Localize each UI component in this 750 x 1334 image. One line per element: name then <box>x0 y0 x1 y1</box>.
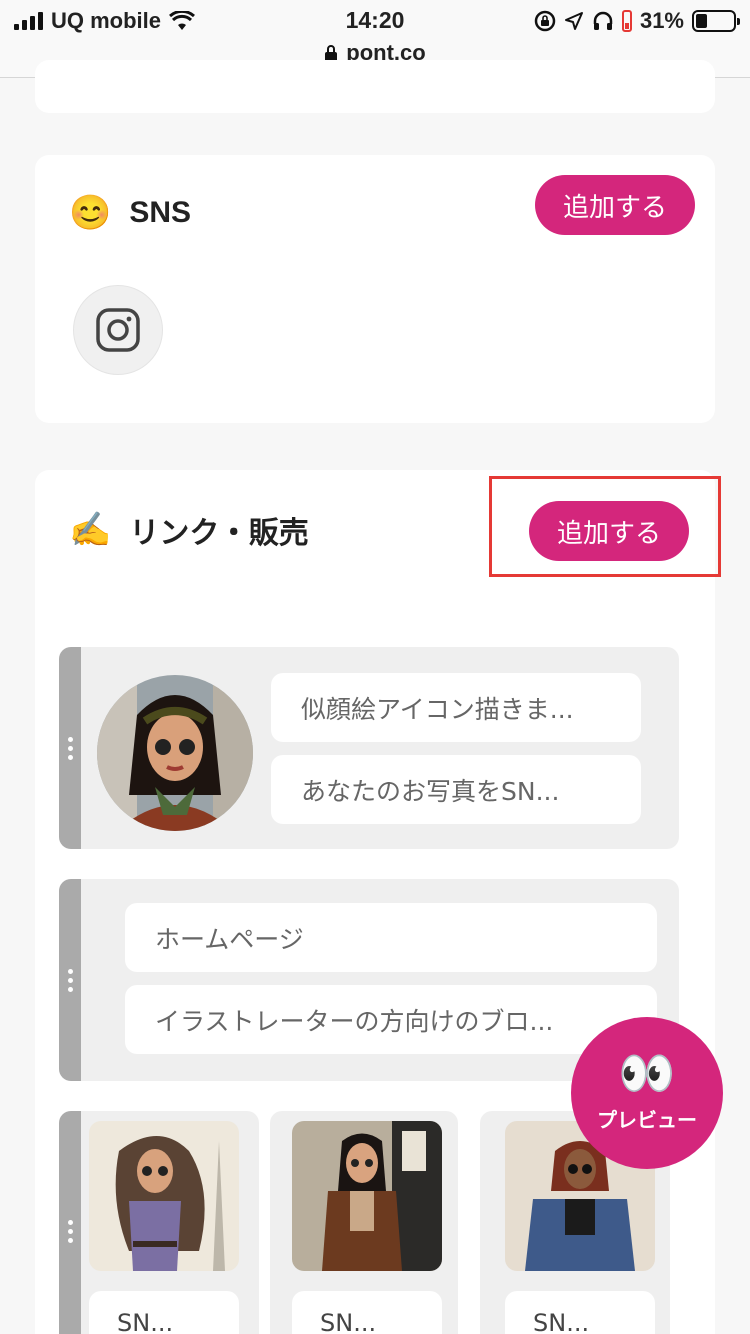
link-block[interactable]: 似顔絵アイコン描きま... あなたのお写真をSN... <box>59 647 679 849</box>
links-section-header: ✍️ リンク・販売 <box>69 508 309 552</box>
sns-add-button[interactable]: 追加する <box>535 175 695 235</box>
eyes-emoji-icon: 👀 <box>618 1045 676 1100</box>
link-item[interactable]: ホームページ <box>125 903 657 972</box>
headphones-icon <box>593 11 613 30</box>
thumbnail-label: SN... <box>505 1291 655 1334</box>
sns-section: 😊 SNS 追加する <box>35 155 715 423</box>
links-section-title: リンク・販売 <box>129 517 309 550</box>
thumbnail-image <box>292 1121 442 1271</box>
drag-handle[interactable] <box>59 647 81 849</box>
sns-section-title: SNS <box>129 196 192 229</box>
preview-label: プレビュー <box>597 1109 697 1132</box>
thumbnail-label: SN... <box>89 1291 239 1334</box>
battery-percent: 31% <box>639 8 684 33</box>
thumbnail-image <box>89 1121 239 1271</box>
preview-button[interactable]: 👀 プレビュー <box>571 1017 723 1169</box>
thumbnail-link-card[interactable]: SN... <box>270 1111 458 1334</box>
rotation-lock-icon <box>534 10 556 32</box>
thumbnail-link-card[interactable]: SN... <box>59 1111 259 1334</box>
thumbnail-label: SN... <box>292 1291 442 1334</box>
status-right: 31% <box>534 8 740 34</box>
writing-hand-emoji-icon: ✍️ <box>69 511 112 549</box>
drag-handle[interactable] <box>59 879 81 1081</box>
drag-handle[interactable] <box>59 1111 81 1334</box>
sns-section-header: 😊 SNS <box>69 193 191 233</box>
smile-emoji-icon: 😊 <box>69 194 112 232</box>
battery-fill <box>696 14 707 28</box>
link-item[interactable]: イラストレーターの方向けのブロ... <box>125 985 657 1054</box>
battery-alert-icon <box>621 10 632 32</box>
highlight-box <box>489 476 721 577</box>
battery-icon <box>692 10 740 32</box>
instagram-button[interactable] <box>73 285 163 375</box>
avatar <box>97 675 253 831</box>
instagram-icon <box>96 308 140 352</box>
link-item[interactable]: あなたのお写真をSN... <box>271 755 641 824</box>
link-item[interactable]: 似顔絵アイコン描きま... <box>271 673 641 742</box>
location-icon <box>564 12 583 30</box>
previous-section-card <box>35 60 715 113</box>
